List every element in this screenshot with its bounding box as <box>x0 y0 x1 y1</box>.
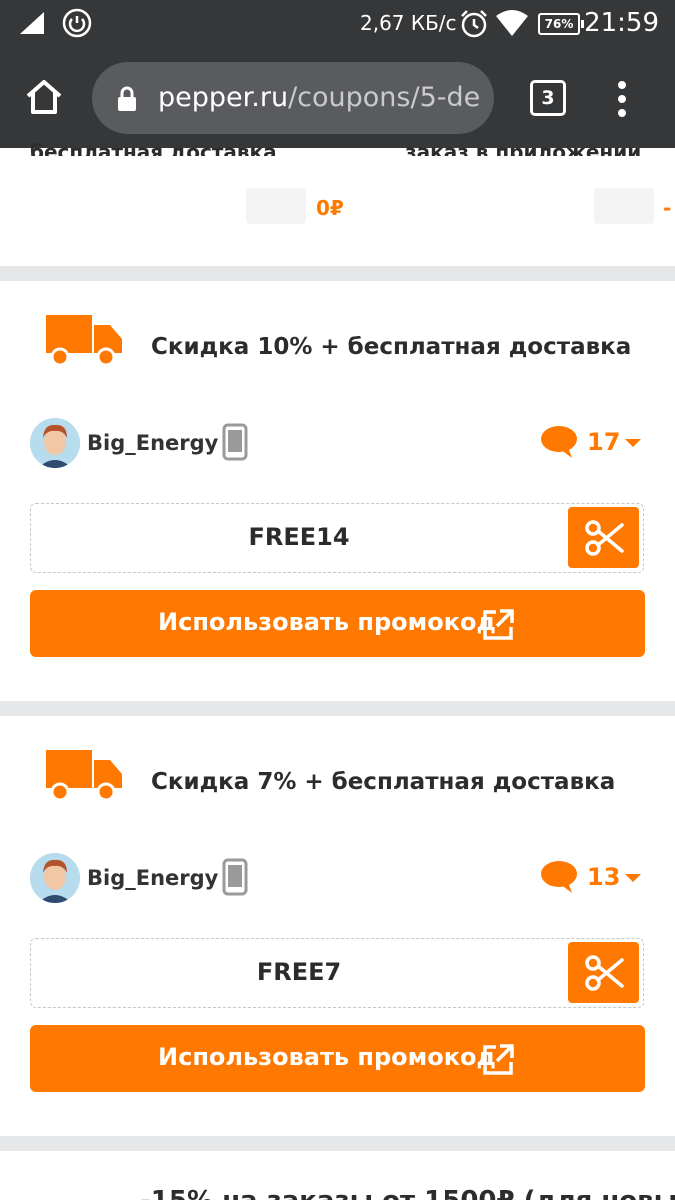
comment-icon[interactable] <box>540 860 578 894</box>
external-link-icon <box>483 1044 514 1075</box>
coupon-card[interactable]: Скидка 10% + бесплатная доставка Big_Ene… <box>0 281 675 701</box>
wifi-icon <box>496 10 528 36</box>
mobile-only-icon <box>222 423 248 461</box>
battery-icon: 76% <box>538 13 584 35</box>
faded-chip <box>246 188 306 224</box>
address-bar[interactable]: pepper.ru/coupons/5-delive <box>92 62 494 134</box>
previous-card-right-value: - <box>663 196 672 220</box>
url-text: pepper.ru/coupons/5-delive <box>158 82 482 113</box>
truck-icon <box>46 315 122 367</box>
copy-code-button[interactable] <box>568 942 639 1003</box>
mobile-only-icon <box>222 858 248 896</box>
overflow-menu-icon[interactable] <box>617 81 627 121</box>
coupon-card[interactable]: Скидка 7% + бесплатная доставка Big_Ener… <box>0 716 675 1136</box>
power-notification-icon <box>62 8 92 38</box>
promo-code-field[interactable]: FREE7 <box>30 938 644 1008</box>
comment-count[interactable]: 17 <box>587 428 620 456</box>
external-link-icon <box>483 609 514 640</box>
next-coupon-card[interactable]: -15% на заказы от 1500₽ (для новых <box>0 1151 675 1200</box>
scissors-icon <box>585 520 624 556</box>
promo-code-field[interactable]: FREE14 <box>30 503 644 573</box>
previous-card-left-value: 0₽ <box>316 196 344 220</box>
tab-switcher-button[interactable]: 3 <box>530 80 566 116</box>
promo-code[interactable]: FREE14 <box>31 523 567 551</box>
copy-code-button[interactable] <box>568 507 639 568</box>
truck-icon <box>46 750 122 802</box>
faded-chip <box>594 188 654 224</box>
chevron-down-icon[interactable] <box>625 874 641 882</box>
url-host: pepper.ru <box>158 82 289 113</box>
previous-card-right-title: заказ в приложении <box>405 142 642 156</box>
author-name[interactable]: Big_Energy <box>87 431 218 455</box>
scissors-icon <box>585 955 624 991</box>
coupon-title[interactable]: Скидка 10% + бесплатная доставка <box>151 334 631 360</box>
use-promo-label: Использовать промокод <box>158 1043 496 1071</box>
status-bar: 2,67 КБ/с 76% 21:59 <box>0 0 675 48</box>
network-speed: 2,67 КБ/с <box>360 11 457 35</box>
promo-code[interactable]: FREE7 <box>31 958 567 986</box>
previous-card-left-title: бесплатная доставка <box>30 142 277 156</box>
previous-coupon-card: бесплатная доставка заказ в приложении 0… <box>0 142 675 266</box>
url-path: /coupons/5-delive <box>288 82 482 113</box>
clock: 21:59 <box>584 8 659 38</box>
comment-count[interactable]: 13 <box>587 863 620 891</box>
chevron-down-icon[interactable] <box>625 439 641 447</box>
use-promo-button[interactable]: Использовать промокод <box>30 590 645 657</box>
next-coupon-title[interactable]: -15% на заказы от 1500₽ (для новых <box>140 1186 675 1200</box>
avatar[interactable] <box>30 418 80 468</box>
avatar[interactable] <box>30 853 80 903</box>
alarm-icon <box>461 10 487 38</box>
signal-icon <box>20 12 44 34</box>
coupon-title[interactable]: Скидка 7% + бесплатная доставка <box>151 769 615 795</box>
lock-icon <box>118 86 136 111</box>
comment-icon[interactable] <box>540 425 578 459</box>
use-promo-label: Использовать промокод <box>158 608 496 636</box>
author-name[interactable]: Big_Energy <box>87 866 218 890</box>
home-icon[interactable] <box>24 78 64 116</box>
browser-toolbar: pepper.ru/coupons/5-delive 3 <box>0 48 675 148</box>
use-promo-button[interactable]: Использовать промокод <box>30 1025 645 1092</box>
